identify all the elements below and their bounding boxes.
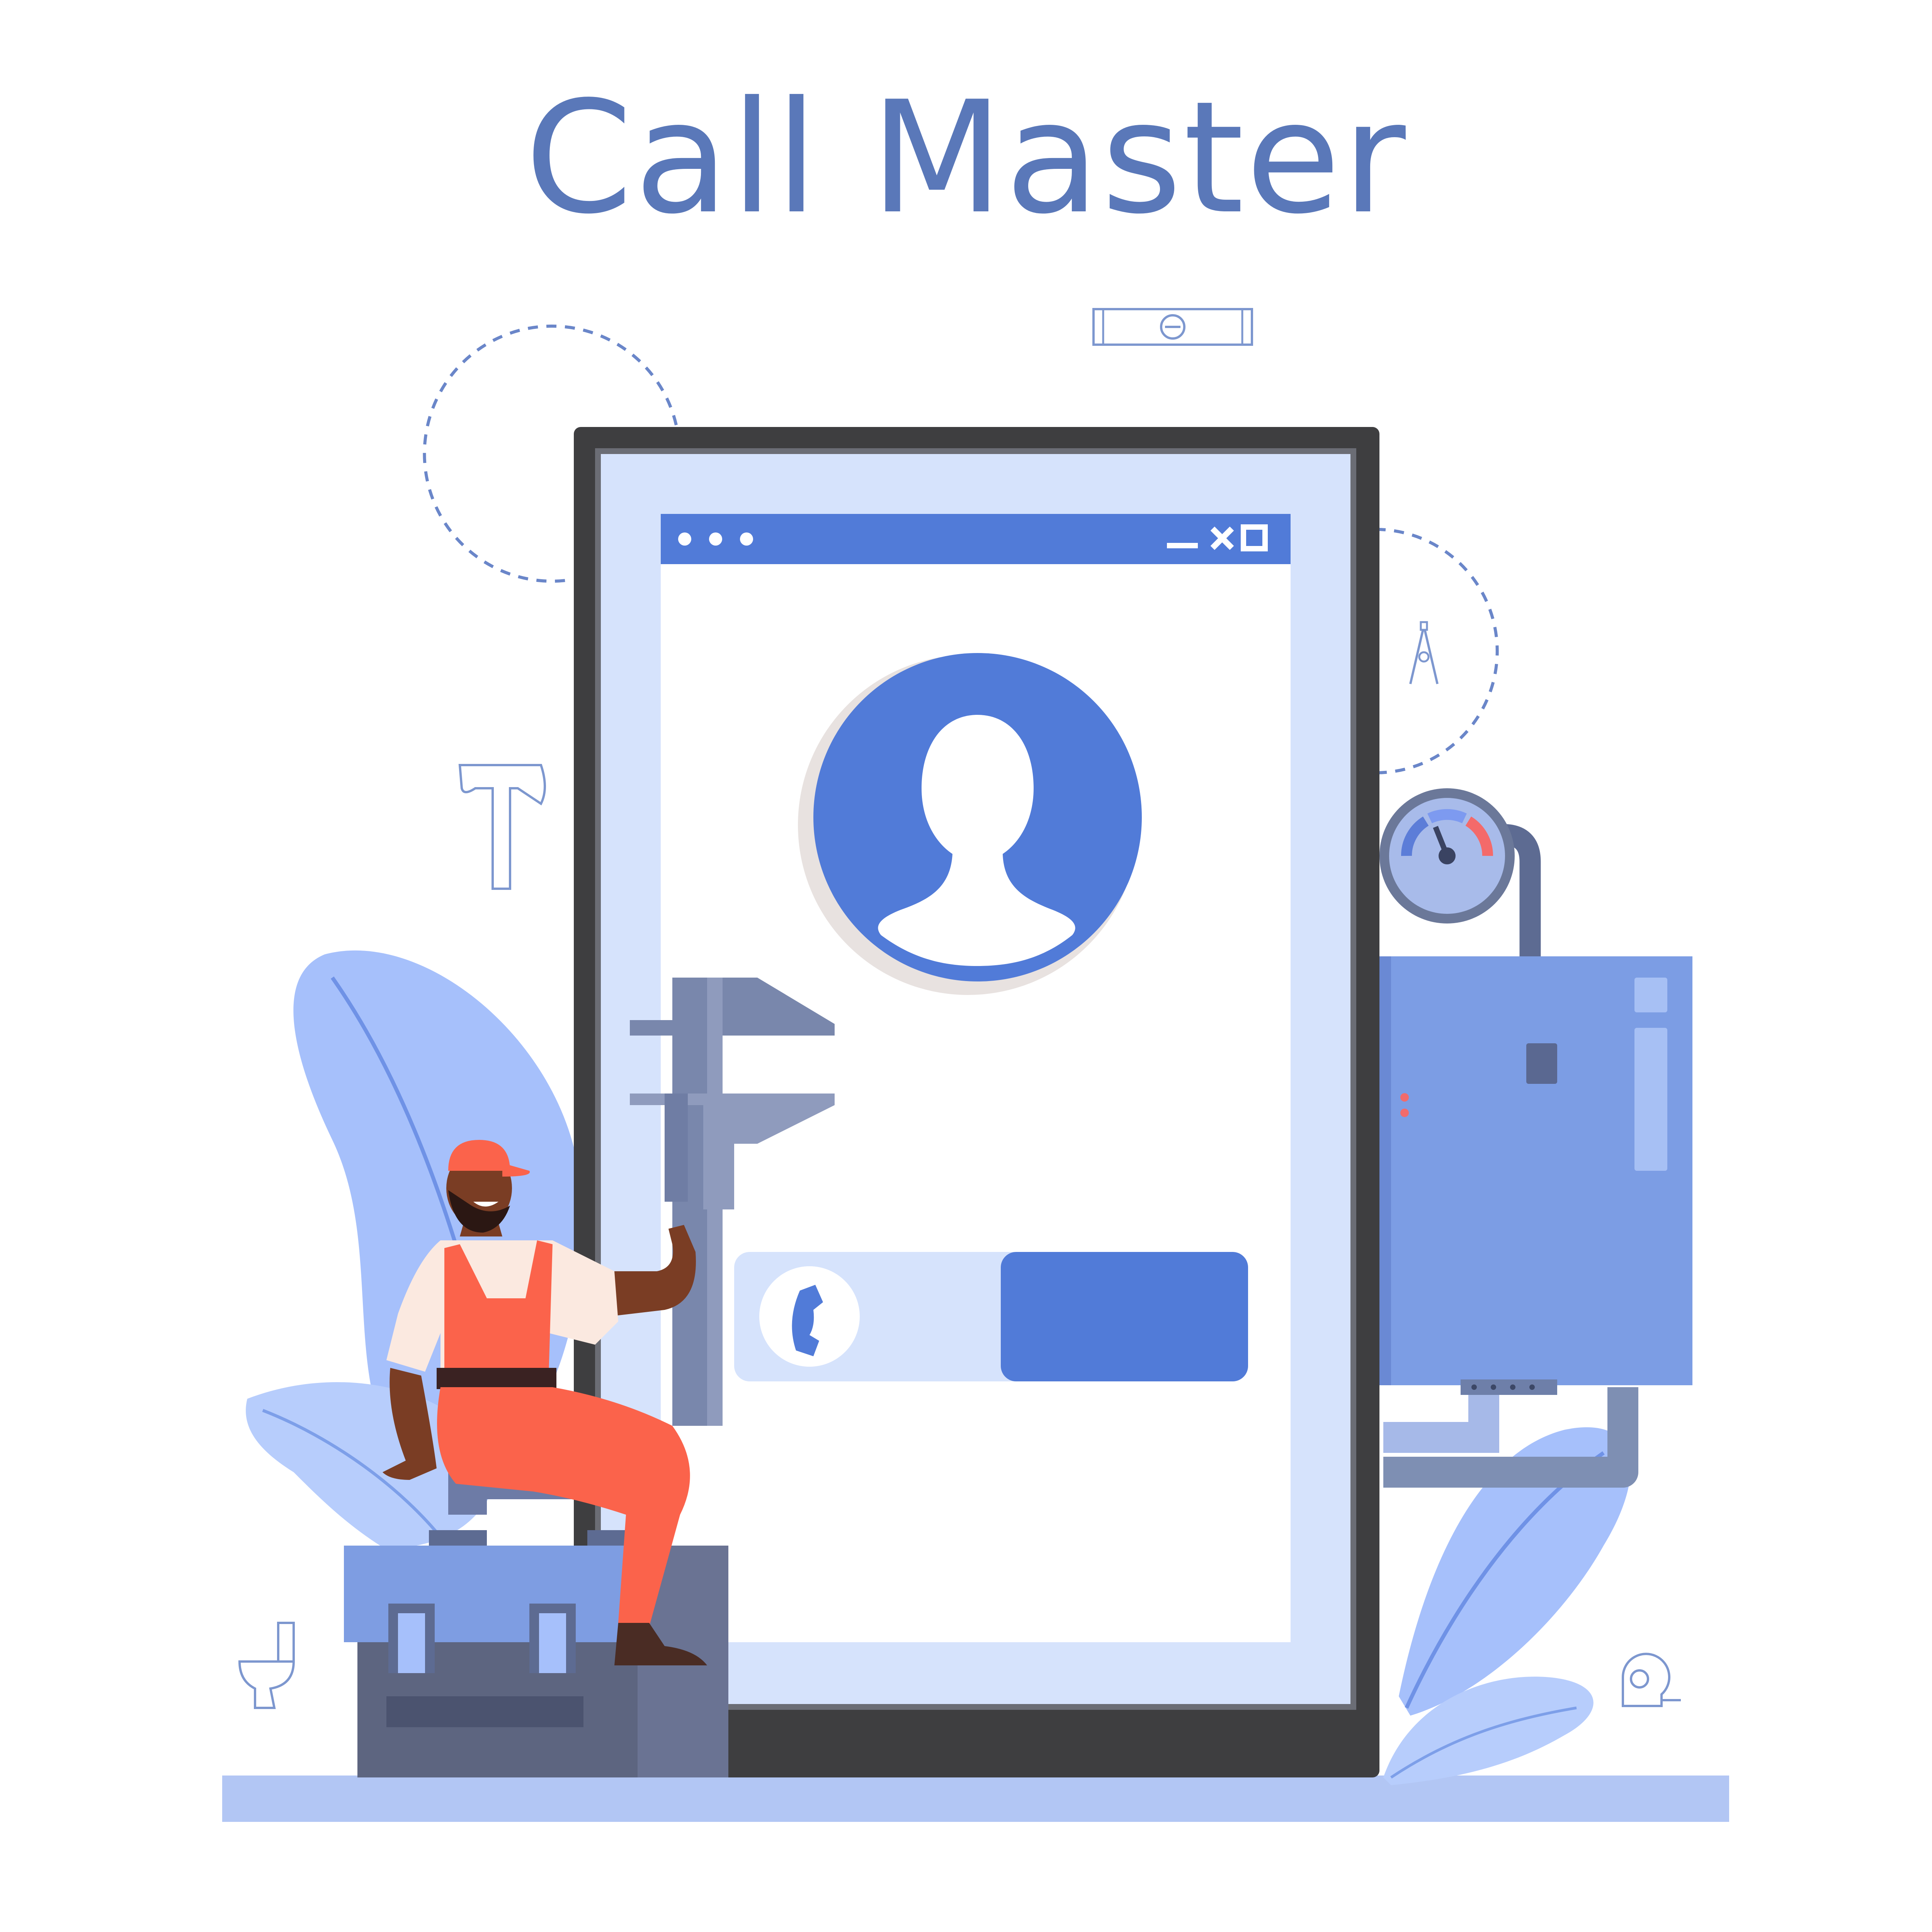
boiler-unit (1376, 956, 1692, 1395)
dot-icon (740, 532, 753, 546)
dot-icon (678, 532, 691, 546)
tape-measure-icon (1622, 1653, 1681, 1707)
toilet-icon (238, 1622, 295, 1709)
illustration-scene (222, 308, 1729, 1822)
hammer-icon (458, 764, 546, 890)
spirit-level-icon (1092, 308, 1253, 346)
call-button[interactable] (734, 1252, 1248, 1381)
window-title-bar (661, 514, 1291, 564)
minimize-icon[interactable] (1167, 543, 1198, 548)
pressure-gauge-icon (1379, 788, 1515, 923)
compass-icon (1409, 621, 1439, 684)
dot-icon (709, 532, 722, 546)
dashed-circle-right (1375, 528, 1499, 774)
ground-strip (222, 1776, 1729, 1822)
